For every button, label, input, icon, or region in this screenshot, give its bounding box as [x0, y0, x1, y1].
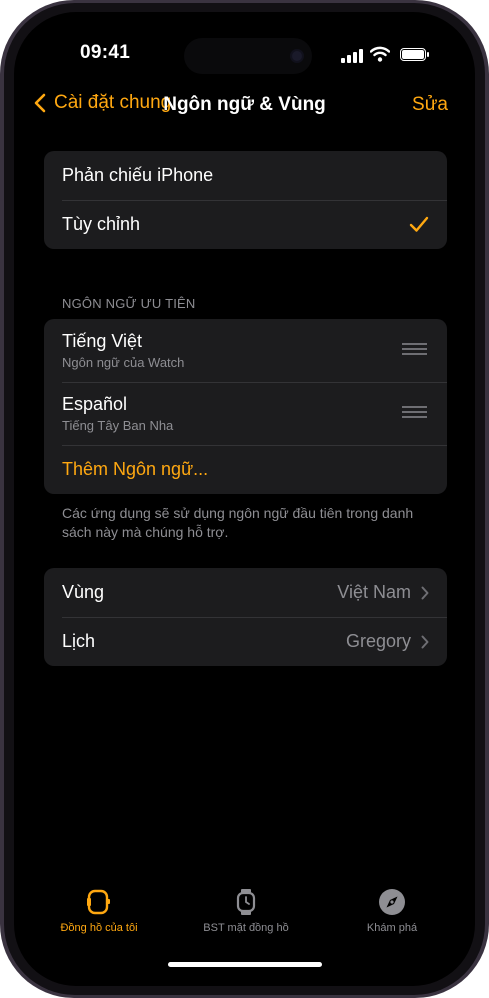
tab-discover-label: Khám phá — [366, 922, 418, 934]
region-row[interactable]: Vùng Việt Nam — [44, 568, 447, 617]
chevron-right-icon — [421, 635, 429, 648]
calendar-label: Lịch — [62, 631, 96, 651]
side-button-action — [0, 200, 3, 230]
tab-face-gallery[interactable]: BST mặt đồng hồ — [171, 888, 321, 934]
tab-face-gallery-label: BST mặt đồng hồ — [203, 922, 289, 934]
language-subtitle: Tiếng Tây Ban Nha — [62, 418, 174, 433]
tab-discover[interactable]: Khám phá — [317, 888, 467, 934]
wifi-icon — [370, 46, 390, 62]
tab-my-watch-label: Đồng hồ của tôi — [60, 922, 138, 934]
add-language-label: Thêm Ngôn ngữ... — [62, 459, 209, 479]
edit-button[interactable]: Sửa — [412, 94, 448, 116]
preferred-languages-header: NGÔN NGỮ ƯU TIÊN — [62, 296, 196, 311]
calendar-value-text: Gregory — [345, 631, 411, 651]
watch-face-icon — [236, 889, 256, 915]
tab-bar: Đồng hồ của tôi BST mặt đồng hồ Khám phá — [14, 888, 475, 938]
compass-icon — [379, 889, 405, 915]
option-custom[interactable]: Tùy chỉnh — [44, 200, 447, 249]
region-label: Vùng — [62, 582, 105, 602]
reorder-grip-icon[interactable] — [402, 406, 427, 418]
language-item-vietnamese[interactable]: Tiếng Việt Ngôn ngữ của Watch — [44, 319, 447, 382]
option-mirror-iphone[interactable]: Phản chiếu iPhone — [44, 151, 447, 200]
cellular-signal-icon — [341, 49, 363, 63]
language-name: Tiếng Việt — [62, 331, 143, 351]
language-subtitle: Ngôn ngữ của Watch — [62, 355, 185, 370]
home-indicator[interactable] — [168, 962, 322, 967]
tab-my-watch[interactable]: Đồng hồ của tôi — [24, 888, 174, 934]
language-name: Español — [62, 394, 128, 414]
languages-group: Tiếng Việt Ngôn ngữ của Watch Español Ti… — [44, 319, 447, 494]
side-button-volume-up — [0, 262, 3, 322]
side-button-volume-down — [0, 336, 3, 396]
battery-icon — [400, 48, 429, 61]
chevron-right-icon — [421, 586, 429, 599]
add-language-button[interactable]: Thêm Ngôn ngữ... — [44, 445, 447, 494]
region-group: Vùng Việt Nam Lịch Gregory — [44, 568, 447, 666]
option-custom-label: Tùy chỉnh — [62, 214, 141, 234]
region-value: Việt Nam — [337, 582, 429, 603]
mirror-group: Phản chiếu iPhone Tùy chỉnh — [44, 151, 447, 249]
front-camera — [290, 49, 304, 63]
page-title: Ngôn ngữ & Vùng — [163, 94, 326, 115]
checkmark-icon — [409, 216, 429, 232]
language-item-spanish[interactable]: Español Tiếng Tây Ban Nha — [44, 382, 447, 445]
reorder-grip-icon[interactable] — [402, 343, 427, 355]
region-value-text: Việt Nam — [337, 582, 411, 602]
watch-icon — [87, 889, 110, 915]
status-time: 09:41 — [80, 42, 131, 63]
option-mirror-iphone-label: Phản chiếu iPhone — [62, 165, 214, 185]
calendar-value: Gregory — [346, 631, 429, 652]
screen: 09:41 Cài đặt chung Ngôn ngữ & Vùng Sửa … — [14, 12, 475, 986]
languages-footer-note: Các ứng dụng sẽ sử dụng ngôn ngữ đầu tiê… — [62, 505, 414, 540]
calendar-row[interactable]: Lịch Gregory — [44, 617, 447, 666]
